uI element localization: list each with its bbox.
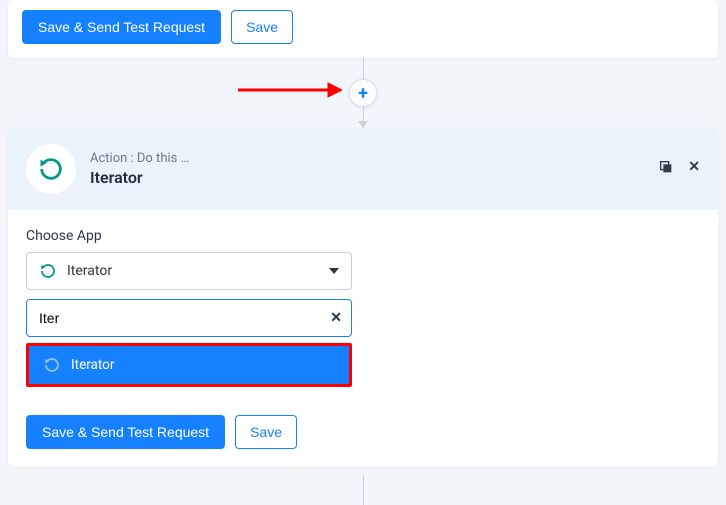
close-icon[interactable]: ✕ [688, 159, 700, 179]
header-actions: ✕ [658, 159, 700, 179]
choose-app-label: Choose App [26, 228, 700, 244]
action-caption: Action : Do this … [90, 151, 644, 166]
chevron-down-icon [677, 359, 687, 365]
save-button[interactable]: Save [235, 415, 297, 449]
action-header[interactable]: Action : Do this … Iterator ✕ [8, 128, 718, 210]
action-card: Action : Do this … Iterator ✕ Choose App… [8, 128, 718, 467]
top-card: Save & Send Test Request Save [8, 0, 718, 58]
save-button[interactable]: Save [231, 10, 293, 44]
connector-arrow-icon [358, 121, 368, 128]
step-connector: + [0, 58, 726, 128]
clear-search-icon[interactable]: ✕ [330, 310, 342, 326]
bottom-connector [0, 475, 726, 505]
save-send-button[interactable]: Save & Send Test Request [26, 415, 225, 449]
chevron-down-icon [329, 268, 339, 274]
iterator-icon [43, 356, 61, 374]
connector-line [363, 475, 364, 505]
app-dropdown: Iterator [26, 343, 352, 387]
iterator-icon [39, 262, 57, 280]
app-select[interactable]: Iterator [26, 252, 352, 290]
app-badge [26, 144, 76, 194]
dropdown-item-label: Iterator [71, 357, 114, 373]
app-search-input[interactable] [26, 299, 352, 337]
copy-icon[interactable] [658, 159, 674, 179]
action-title: Iterator [90, 168, 644, 187]
action-footer: Save & Send Test Request Save [8, 405, 718, 467]
app-select-value: Iterator [67, 263, 112, 279]
add-step-button[interactable]: + [349, 79, 377, 107]
iterator-icon [37, 155, 65, 183]
plus-icon: + [358, 83, 368, 104]
top-button-row: Save & Send Test Request Save [22, 10, 704, 44]
header-text: Action : Do this … Iterator [90, 151, 644, 187]
hint-arrow-icon [238, 80, 342, 100]
app-search-wrap: ✕ [26, 299, 352, 337]
action-body: Choose App Iterator ✕ Iterator [8, 210, 718, 405]
save-send-button[interactable]: Save & Send Test Request [22, 10, 221, 44]
secondary-select[interactable] [380, 342, 700, 382]
dropdown-item-iterator[interactable]: Iterator [29, 346, 349, 384]
